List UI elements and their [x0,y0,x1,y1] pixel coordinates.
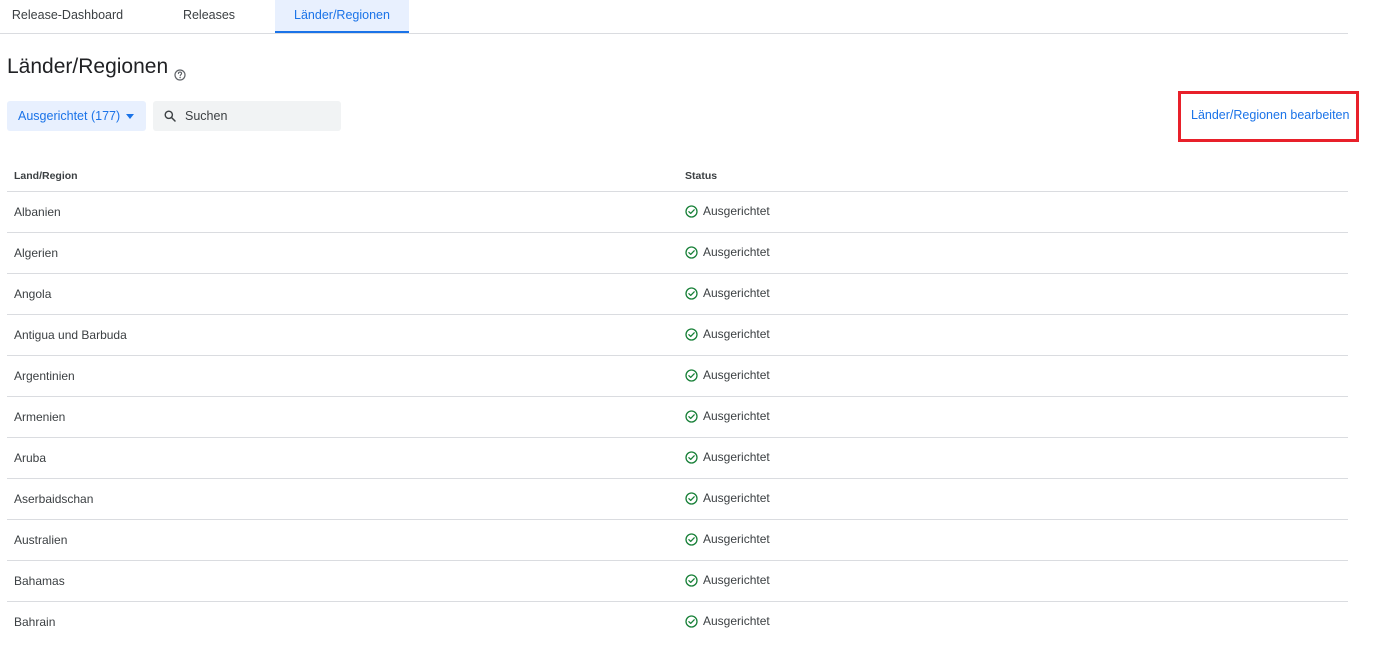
status-cell: Ausgerichtet [685,204,770,218]
country-name: Albanien [14,205,61,219]
table-row[interactable]: Albanien Ausgerichtet [7,192,1348,233]
check-circle-icon [685,327,698,341]
country-name: Australien [14,533,68,547]
status-cell: Ausgerichtet [685,573,770,587]
check-circle-icon [685,409,698,423]
country-name: Bahrain [14,615,56,629]
table-row[interactable]: Aserbaidschan Ausgerichtet [7,479,1348,520]
status-text: Ausgerichtet [703,573,770,587]
status-cell: Ausgerichtet [685,368,770,382]
status-cell: Ausgerichtet [685,409,770,423]
check-circle-icon [685,204,698,218]
column-header-status[interactable]: Status [685,170,717,182]
table-row[interactable]: Algerien Ausgerichtet [7,233,1348,274]
country-name: Armenien [14,410,66,424]
check-circle-icon [685,573,698,587]
search-box[interactable] [153,101,341,131]
table-row[interactable]: Bahamas Ausgerichtet [7,561,1348,602]
status-text: Ausgerichtet [703,491,770,505]
check-circle-icon [685,491,698,505]
filter-dropdown-button[interactable]: Ausgerichtet (177) [7,101,146,131]
status-text: Ausgerichtet [703,614,770,628]
country-name: Algerien [14,246,59,260]
status-cell: Ausgerichtet [685,245,770,259]
check-circle-icon [685,614,698,628]
tab-bar: Release-Dashboard Releases Länder/Region… [0,0,1348,34]
status-text: Ausgerichtet [703,286,770,300]
status-cell: Ausgerichtet [685,450,770,464]
country-name: Antigua und Barbuda [14,328,127,342]
tab-releases[interactable]: Releases [155,0,263,31]
table-row[interactable]: Antigua und Barbuda Ausgerichtet [7,315,1348,356]
country-name: Bahamas [14,574,65,588]
table-body: Albanien Ausgerichtet Algerien Ausgerichtet… [7,192,1348,642]
help-circle-icon[interactable] [174,63,186,81]
check-circle-icon [685,245,698,259]
status-text: Ausgerichtet [703,450,770,464]
status-cell: Ausgerichtet [685,491,770,505]
search-icon [164,110,176,122]
status-text: Ausgerichtet [703,204,770,218]
tab-countries-regions[interactable]: Länder/Regionen [275,0,409,33]
status-text: Ausgerichtet [703,368,770,382]
check-circle-icon [685,286,698,300]
status-cell: Ausgerichtet [685,614,770,628]
edit-countries-link[interactable]: Länder/Regionen bearbeiten [1191,108,1349,122]
countries-table: Land/Region Status Albanien Ausgerichtet A… [7,160,1348,642]
table-row[interactable]: Bahrain Ausgerichtet [7,602,1348,642]
filter-label: Ausgerichtet (177) [18,109,121,123]
table-header: Land/Region Status [7,160,1348,192]
status-text: Ausgerichtet [703,245,770,259]
status-cell: Ausgerichtet [685,532,770,546]
country-name: Aruba [14,451,47,465]
page-title: Länder/Regionen [7,55,186,81]
check-circle-icon [685,450,698,464]
table-row[interactable]: Armenien Ausgerichtet [7,397,1348,438]
country-name: Aserbaidschan [14,492,94,506]
country-name: Argentinien [14,369,75,383]
tab-release-dashboard[interactable]: Release-Dashboard [0,0,135,31]
status-text: Ausgerichtet [703,409,770,423]
search-input[interactable] [185,109,335,123]
table-row[interactable]: Aruba Ausgerichtet [7,438,1348,479]
table-row[interactable]: Argentinien Ausgerichtet [7,356,1348,397]
status-cell: Ausgerichtet [685,327,770,341]
status-text: Ausgerichtet [703,532,770,546]
check-circle-icon [685,532,698,546]
check-circle-icon [685,368,698,382]
status-cell: Ausgerichtet [685,286,770,300]
status-text: Ausgerichtet [703,327,770,341]
table-row[interactable]: Australien Ausgerichtet [7,520,1348,561]
caret-down-icon [126,113,135,119]
table-row[interactable]: Angola Ausgerichtet [7,274,1348,315]
country-name: Angola [14,287,52,301]
column-header-country[interactable]: Land/Region [14,170,78,182]
page-title-text: Länder/Regionen [7,55,169,78]
